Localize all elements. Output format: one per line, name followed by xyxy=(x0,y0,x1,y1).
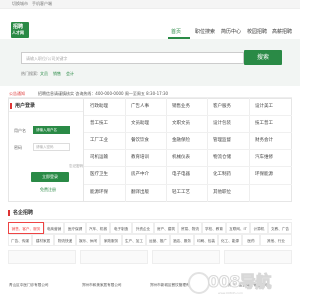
watermark-logo-icon xyxy=(188,272,210,294)
category-link[interactable]: 其他职位 xyxy=(207,185,255,201)
site-watermark: 008导航 www.008dh.com xyxy=(188,270,292,296)
top-bar: 切换城市 手机客户端 xyxy=(0,0,300,9)
industry-tag[interactable]: 印刷、包装 xyxy=(194,234,218,246)
hot-term-3[interactable]: 会计 xyxy=(66,71,74,76)
hot-term-1[interactable]: 文员 xyxy=(40,71,48,76)
industry-tag[interactable]: 广告、传媒 xyxy=(8,234,32,246)
search-button[interactable]: 搜索 xyxy=(244,50,282,65)
category-link[interactable]: 客户服务 xyxy=(207,99,255,115)
mobile-client-link[interactable]: 手机客户端 xyxy=(32,1,52,7)
category-link[interactable]: 财务会计 xyxy=(249,133,297,149)
industry-tag[interactable]: 建材家居 xyxy=(32,234,54,246)
industry-tag[interactable]: 医疗保健 xyxy=(64,222,86,234)
company-name[interactable]: 青山区中医门诊有限公司 xyxy=(9,283,49,288)
category-link[interactable]: 技工普工 xyxy=(249,116,297,132)
login-button[interactable]: 立即登录 xyxy=(31,172,69,182)
industry-tag[interactable]: 学校、教育 xyxy=(202,222,226,234)
site-logo[interactable]: 招聘 人才网 xyxy=(11,22,29,38)
industry-tag[interactable]: 计算机 xyxy=(250,222,268,234)
industry-tag[interactable]: 医药 xyxy=(242,234,260,246)
industry-tag[interactable]: 电商营销 xyxy=(44,222,64,234)
login-header: 用户登录 xyxy=(9,99,83,112)
watermark-text: 008导航 xyxy=(208,272,272,292)
company-name[interactable]: 郑州市和美家居有限公司 xyxy=(82,283,122,288)
login-panel: 用户登录 用户名 请输入用户名 密码 请输入密码 忘记密码 立即登录 免费注册 xyxy=(8,98,84,202)
company-logo[interactable] xyxy=(80,250,148,264)
company-logo-row xyxy=(8,250,292,270)
category-link[interactable]: 环保能源 xyxy=(249,167,297,183)
company-logo[interactable] xyxy=(152,250,220,264)
nav-job-search[interactable]: 职位搜索 xyxy=(195,28,215,35)
username-label: 用户名 xyxy=(14,128,26,133)
nav-home[interactable]: 首页 xyxy=(171,28,181,35)
industry-tag[interactable]: 运营、推广 xyxy=(146,234,170,246)
section-marker xyxy=(10,103,12,109)
industry-tag[interactable]: 互联网、IT xyxy=(226,222,250,234)
industry-tag[interactable]: 外资企业 xyxy=(132,222,154,234)
notice-title: 公告通知 xyxy=(9,91,25,96)
industry-tag[interactable]: 电子制造 xyxy=(110,222,132,234)
industry-tag[interactable]: 生产、加工 xyxy=(122,234,146,246)
notice-text: 招聘信息请谨慎核实 咨询热线：400-000-0000 周一至周五 8:30-1… xyxy=(38,91,169,96)
hot-term-2[interactable]: 销售 xyxy=(53,71,61,76)
category-link[interactable]: 化工制药 xyxy=(207,167,255,183)
password-field[interactable]: 请输入密码 xyxy=(33,143,70,151)
industry-tag[interactable]: 家政服务 xyxy=(100,234,122,246)
industry-tag[interactable]: 娱乐、休闲 xyxy=(76,234,100,246)
industry-tag[interactable]: 物流快递 xyxy=(54,234,76,246)
logo-line2: 人才网 xyxy=(12,30,24,35)
industry-tag-grid: 销售、客户、服务 电商营销 医疗保健 汽车、机械 电子制造 外资企业 房产、建筑… xyxy=(8,222,292,246)
industry-tag[interactable]: 化工、能源 xyxy=(218,234,242,246)
header: 招聘 人才网 首页 职位搜索 简历中心 校园招聘 高薪招聘 xyxy=(0,9,300,39)
industry-tag[interactable]: 其他、行业 xyxy=(260,234,292,246)
login-title: 用户登录 xyxy=(15,103,36,109)
nav-campus[interactable]: 校园招聘 xyxy=(247,28,267,35)
category-link[interactable]: 管理监督 xyxy=(207,133,255,149)
company-logo[interactable] xyxy=(8,250,76,264)
industry-tag[interactable]: 贸易、物流 xyxy=(178,222,202,234)
nav-high-salary[interactable]: 高薪招聘 xyxy=(272,28,292,35)
industry-tag[interactable]: 汽车、机械 xyxy=(86,222,110,234)
password-label: 密码 xyxy=(14,145,22,150)
nav-resume[interactable]: 简历中心 xyxy=(221,28,241,35)
forgot-password-link[interactable]: 忘记密码 xyxy=(69,164,83,169)
industry-tag[interactable]: 文教、广告 xyxy=(268,222,292,234)
famous-title: 名企招聘 xyxy=(13,210,34,216)
search-input[interactable]: 请输入职位/公司关键字 xyxy=(21,52,244,64)
city-switch-link[interactable]: 切换城市 xyxy=(12,1,28,7)
username-field[interactable]: 请输入用户名 xyxy=(33,126,70,134)
register-link[interactable]: 免费注册 xyxy=(40,187,56,193)
watermark-url: www.008dh.com xyxy=(218,291,243,295)
section-marker xyxy=(8,210,10,216)
category-link[interactable]: 汽车维修 xyxy=(249,150,297,166)
industry-tag[interactable]: 酒店、服务 xyxy=(170,234,194,246)
category-link[interactable]: 物流仓储 xyxy=(207,150,255,166)
famous-companies-header: 名企招聘 xyxy=(8,206,292,220)
category-link[interactable]: 设计包装 xyxy=(207,116,255,132)
hot-search-label: 热门搜索: xyxy=(21,71,39,76)
category-link[interactable]: 设计美工 xyxy=(249,99,297,115)
notice-bar: 公告通知 招聘信息请谨慎核实 咨询热线：400-000-0000 周一至周五 8… xyxy=(8,89,292,98)
industry-tag[interactable]: 房产、建筑 xyxy=(154,222,178,234)
logo-line1: 招聘 xyxy=(13,24,24,30)
industry-tag[interactable]: 销售、客户、服务 xyxy=(8,222,44,234)
company-logo[interactable] xyxy=(224,250,292,264)
